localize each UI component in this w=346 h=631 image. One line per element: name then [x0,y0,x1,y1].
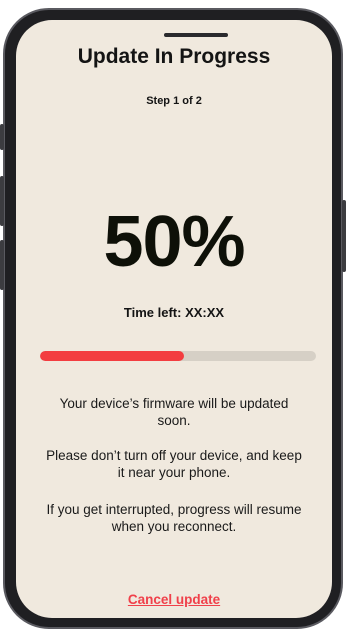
cancel-update-link[interactable]: Cancel update [16,592,332,607]
phone-power-button [342,200,346,272]
time-left: Time left: XX:XX [123,305,225,320]
phone-side-button [0,124,4,150]
page-title: Update In Progress [77,45,271,68]
progress-bar-fill [40,351,184,361]
resume-message: If you get interrupted, progress will re… [46,502,302,534]
speaker-notch [164,33,228,37]
update-screen: Update In Progress Step 1 of 2 50% Time … [16,20,332,618]
progress-percent: 50% [103,202,245,282]
step-indicator: Step 1 of 2 [146,95,202,107]
progress-bar [40,351,316,361]
phone-volume-up-button [0,176,4,226]
firmware-message: Your device’s firmware will be updated s… [59,396,289,428]
keep-device-message: Please don’t turn off your device, and k… [46,448,302,480]
phone-volume-down-button [0,240,4,290]
